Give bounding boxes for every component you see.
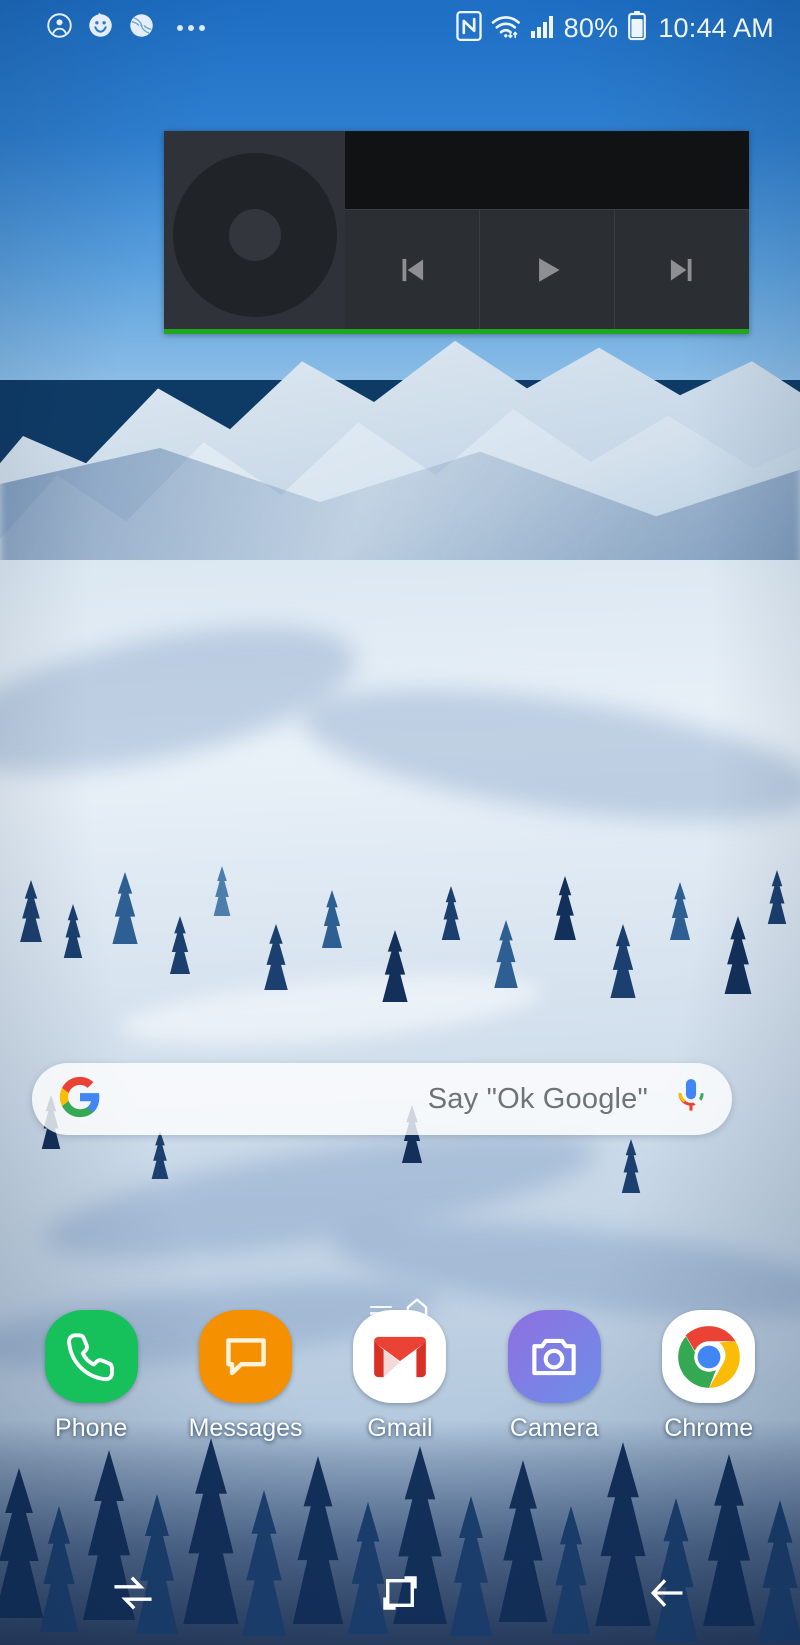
camera-icon[interactable] — [507, 1310, 601, 1403]
dock-item-messages[interactable]: Messages — [176, 1310, 316, 1443]
messages-icon[interactable] — [199, 1310, 293, 1403]
wifi-icon — [490, 12, 522, 45]
vinyl-hole — [228, 208, 281, 261]
dock-item-phone[interactable]: Phone — [21, 1310, 161, 1443]
play-icon — [528, 251, 566, 294]
music-player-widget[interactable] — [164, 131, 749, 334]
google-g-icon — [58, 1075, 102, 1124]
phone-icon[interactable] — [44, 1310, 138, 1403]
home-button[interactable] — [325, 1560, 475, 1630]
dock-label-messages: Messages — [188, 1414, 303, 1442]
status-bar-system-icons: 80% 10:44 AM — [455, 10, 774, 46]
nfc-icon — [455, 10, 482, 46]
account-circle-icon — [46, 12, 73, 44]
skip-previous-icon — [393, 251, 431, 294]
next-button[interactable] — [615, 210, 749, 334]
dock-item-chrome[interactable]: Chrome — [639, 1310, 779, 1443]
chrome-icon[interactable] — [662, 1310, 756, 1403]
more-notifications-icon[interactable] — [177, 25, 205, 31]
signal-bars-icon — [530, 13, 556, 44]
track-info — [345, 131, 749, 209]
play-button[interactable] — [480, 210, 615, 334]
dock-label-phone: Phone — [55, 1414, 128, 1442]
battery-percent-label: 80% — [563, 12, 619, 43]
search-placeholder-label: Say "Ok Google" — [427, 1082, 648, 1115]
dock-label-gmail: Gmail — [367, 1414, 433, 1442]
playback-progress-bar[interactable] — [164, 329, 749, 334]
dock: Phone Messages Gmail Camera Chrome — [0, 1310, 800, 1455]
dock-item-gmail[interactable]: Gmail — [330, 1310, 470, 1443]
dock-label-chrome: Chrome — [664, 1414, 754, 1442]
google-search-bar[interactable]: Say "Ok Google" — [32, 1063, 732, 1135]
status-bar-notification-icons — [46, 12, 205, 44]
clock-label: 10:44 AM — [658, 12, 774, 43]
gmail-icon[interactable] — [353, 1310, 447, 1403]
status-bar: 80% 10:44 AM — [0, 0, 800, 56]
back-button[interactable] — [592, 1560, 742, 1630]
baseball-icon — [128, 12, 155, 44]
album-art[interactable] — [164, 131, 345, 334]
battery-icon — [628, 10, 647, 46]
back-icon — [644, 1570, 690, 1621]
vinyl-disc-icon — [172, 152, 337, 317]
home-icon — [377, 1570, 423, 1621]
dock-label-camera: Camera — [509, 1414, 599, 1442]
media-widget-body — [345, 131, 749, 334]
dock-item-camera[interactable]: Camera — [484, 1310, 624, 1443]
previous-button[interactable] — [345, 210, 480, 334]
baby-face-icon — [87, 12, 114, 44]
media-transport-controls — [345, 209, 749, 334]
recents-icon — [110, 1570, 156, 1621]
playback-progress-fill — [164, 329, 749, 334]
microphone-icon[interactable] — [674, 1076, 708, 1123]
skip-next-icon — [663, 251, 701, 294]
recents-button[interactable] — [58, 1560, 208, 1630]
navigation-bar — [0, 1545, 800, 1645]
